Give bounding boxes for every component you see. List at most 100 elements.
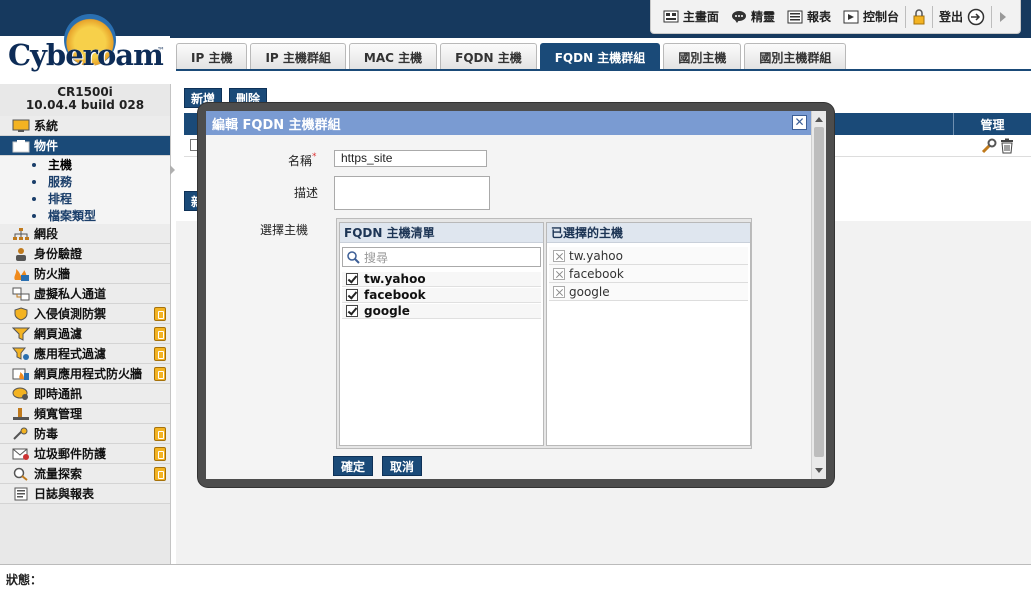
tab-mac-host[interactable]: MAC 主機 [348,43,438,70]
dialog-body: 編輯 FQDN 主機群組 ✕ 名稱* https_site 描述 選擇主機 FQ… [206,111,826,479]
dashboard-link[interactable]: 主畫面 [657,5,725,29]
lock-icon [913,8,925,24]
list-item: tw.yahoo [549,247,748,265]
scroll-up-icon[interactable] [815,117,823,122]
sidebar-item-network[interactable]: 網段 [0,224,170,244]
description-input[interactable] [334,176,490,210]
scroll-down-icon[interactable] [815,468,823,473]
remove-icon[interactable] [553,249,565,262]
manage-column-header: 管理 [953,113,1031,135]
sidebar-item-web-filter[interactable]: 網頁過濾 [0,324,170,344]
logout-link[interactable]: 登出 [933,5,991,29]
tab-fqdn-host-group[interactable]: FQDN 主機群組 [539,43,661,70]
console-icon [843,10,859,23]
tab-ip-host[interactable]: IP 主機 [176,43,248,70]
list-item[interactable]: google [342,303,541,319]
sidebar-item-label: 應用程式過濾 [34,347,107,361]
lock-icon [154,307,166,321]
sidebar-item-system[interactable]: 系統 [0,116,170,136]
device-version: 10.04.4 build 028 [25,98,145,112]
list-item: google [549,283,748,301]
wizard-link[interactable]: 精靈 [725,5,781,29]
console-label: 控制台 [862,10,899,24]
dialog-title-text: 編輯 FQDN 主機群組 [212,117,341,133]
lock-icon [154,427,166,441]
checkbox-checked[interactable] [346,273,358,285]
remove-icon[interactable] [553,267,565,280]
required-mark: * [312,152,317,162]
bandwidth-icon [13,407,29,420]
description-label: 描述 [294,186,319,200]
tab-country-host[interactable]: 國別主機 [663,43,742,70]
arrow-right-icon [1000,11,1006,22]
logout-icon [967,8,985,25]
ok-button[interactable]: 確定 [333,456,373,476]
filter-icon [12,327,30,341]
trash-icon[interactable] [999,138,1015,154]
status-label: 狀態： [6,573,43,587]
magnifier-icon [13,467,28,481]
firewall-icon [14,268,29,281]
row-actions [981,138,1015,154]
dialog-scrollbar[interactable] [811,111,826,479]
sidebar-item-firewall[interactable]: 防火牆 [0,264,170,284]
sidebar-item-label: 防火牆 [34,267,71,281]
sidebar-item-traffic-discovery[interactable]: 流量探索 [0,464,170,484]
sidebar-pointer-icon [170,165,175,175]
tab-fqdn-host[interactable]: FQDN 主機 [440,43,537,70]
sidebar-item-authentication[interactable]: 身份驗證 [0,244,170,264]
report-icon [787,10,803,23]
checkbox-checked[interactable] [346,305,358,317]
vpn-icon [12,287,30,300]
sidebar-item-label: 網頁過濾 [34,327,83,341]
sidebar-item-antispam[interactable]: 垃圾郵件防護 [0,444,170,464]
list-item[interactable]: tw.yahoo [342,271,541,287]
sidebar-subitem-hosts[interactable]: 主機 [0,156,170,173]
report-label: 報表 [806,10,831,24]
sidebar-item-label: 系統 [34,119,59,133]
top-links: 主畫面 精靈 報表 控制台 登出 [649,0,1021,34]
tab-country-host-group[interactable]: 國別主機群組 [744,43,847,70]
logo-text: Cyberoam [8,38,164,72]
close-button[interactable]: ✕ [792,115,807,130]
antivirus-icon [13,427,28,440]
collapse-arrow[interactable] [992,5,1014,29]
sidebar-item-vpn[interactable]: 虛擬私人通道 [0,284,170,304]
chat-icon [12,387,28,400]
sidebar-item-objects[interactable]: 物件 [0,136,170,156]
sidebar-subitem-services[interactable]: 服務 [0,173,170,190]
host-picker: FQDN 主機清單 搜尋 tw.yahoo facebook google 已選… [336,218,752,449]
lock-icon [154,347,166,361]
lock-icon [154,327,166,341]
sidebar-item-app-filter[interactable]: 應用程式過濾 [0,344,170,364]
sidebar-item-label: 網段 [34,227,59,241]
available-hosts-list: FQDN 主機清單 搜尋 tw.yahoo facebook google [339,222,544,446]
checkbox-checked[interactable] [346,289,358,301]
sidebar-item-antivirus[interactable]: 防毒 [0,424,170,444]
sidebar-subitem-schedule[interactable]: 排程 [0,190,170,207]
sidebar-item-logs-reports[interactable]: 日誌與報表 [0,484,170,504]
select-hosts-label: 選擇主機 [260,223,309,237]
sidebar-item-ips[interactable]: 入侵偵測防禦 [0,304,170,324]
lock-icon [154,367,166,381]
report-link[interactable]: 報表 [781,5,837,29]
name-input[interactable]: https_site [334,150,487,167]
lock-link[interactable] [906,5,932,29]
scroll-thumb[interactable] [814,127,824,457]
list-item[interactable]: facebook [342,287,541,303]
console-link[interactable]: 控制台 [837,5,905,29]
remove-icon[interactable] [553,285,565,298]
sidebar-subitem-file-types[interactable]: 檔案類型 [0,207,170,224]
device-info: CR1500i 10.04.4 build 028 [0,84,170,116]
sidebar-item-waf[interactable]: 網頁應用程式防火牆 [0,364,170,384]
sidebar-item-label: 入侵偵測防禦 [34,307,107,321]
cancel-button[interactable]: 取消 [382,456,422,476]
mail-icon [12,448,29,460]
edit-icon[interactable] [981,138,997,154]
search-input[interactable]: 搜尋 [342,247,541,267]
sidebar-item-bandwidth[interactable]: 頻寬管理 [0,404,170,424]
dialog-title: 編輯 FQDN 主機群組 ✕ [206,111,811,135]
logout-label: 登出 [938,10,963,24]
sidebar-item-im[interactable]: 即時通訊 [0,384,170,404]
tab-ip-host-group[interactable]: IP 主機群組 [250,43,346,70]
